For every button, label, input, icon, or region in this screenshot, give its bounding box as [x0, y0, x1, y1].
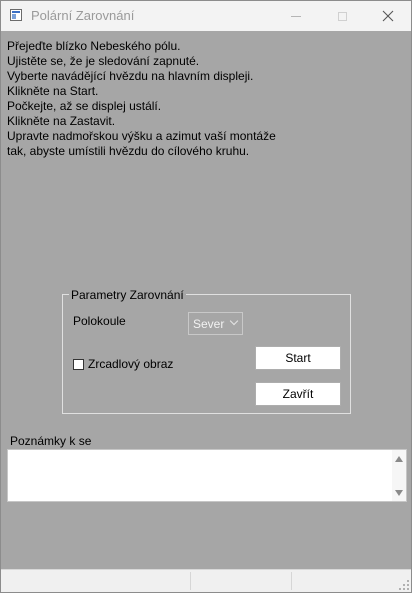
minimize-icon — [291, 15, 301, 17]
start-button[interactable]: Start — [255, 346, 341, 370]
maximize-button[interactable] — [319, 1, 365, 31]
mirror-image-label: Zrcadlový obraz — [88, 357, 174, 371]
status-bar — [1, 569, 411, 592]
instruction-line: Počkejte, až se displej ustálí. — [7, 99, 162, 113]
status-separator — [291, 572, 292, 590]
instruction-line: Klikněte na Zastavit. — [7, 114, 116, 128]
instruction-line: tak, abyste umístili hvězdu do cílového … — [7, 144, 250, 158]
hemisphere-label: Polokoule — [73, 314, 126, 328]
mirror-image-checkbox[interactable] — [73, 358, 84, 370]
alignment-params-legend: Parametry Zarovnání — [69, 288, 186, 302]
close-button[interactable]: Zavřít — [255, 382, 341, 406]
instructions-text: Přejeďte blízko Nebeského pólu. Ujistěte… — [7, 39, 387, 159]
scroll-up-arrow-icon[interactable] — [395, 456, 403, 462]
hemisphere-select[interactable]: Sever — [188, 312, 243, 335]
app-window-icon — [10, 9, 22, 21]
minimize-button[interactable] — [273, 1, 319, 31]
scroll-down-arrow-icon[interactable] — [395, 490, 403, 496]
instruction-line: Upravte nadmořskou výšku a azimut vaší m… — [7, 129, 276, 143]
title-bar[interactable]: Polární Zarovnání — [1, 1, 411, 31]
status-separator — [190, 572, 191, 590]
maximize-icon — [337, 11, 347, 21]
resize-grip-icon[interactable] — [399, 580, 409, 590]
instruction-line: Ujistěte se, že je sledování zapnuté. — [7, 54, 200, 68]
close-window-button[interactable] — [365, 1, 411, 31]
mirror-image-option[interactable]: Zrcadlový obraz — [73, 357, 173, 371]
window-title: Polární Zarovnání — [31, 8, 135, 23]
instruction-line: Vyberte navádějící hvězdu na hlavním dis… — [7, 69, 254, 83]
notes-label: Poznámky k se — [10, 434, 92, 448]
chevron-down-icon — [229, 316, 239, 326]
hemisphere-select-value: Sever — [193, 317, 225, 331]
notes-textarea[interactable] — [7, 449, 407, 502]
instruction-line: Přejeďte blízko Nebeského pólu. — [7, 39, 181, 53]
notes-scrollbar[interactable] — [392, 450, 406, 501]
close-icon — [382, 10, 394, 22]
instruction-line: Klikněte na Start. — [7, 84, 99, 98]
polar-alignment-window: Polární Zarovnání Přejeďte blízko Nebesk… — [0, 0, 412, 593]
